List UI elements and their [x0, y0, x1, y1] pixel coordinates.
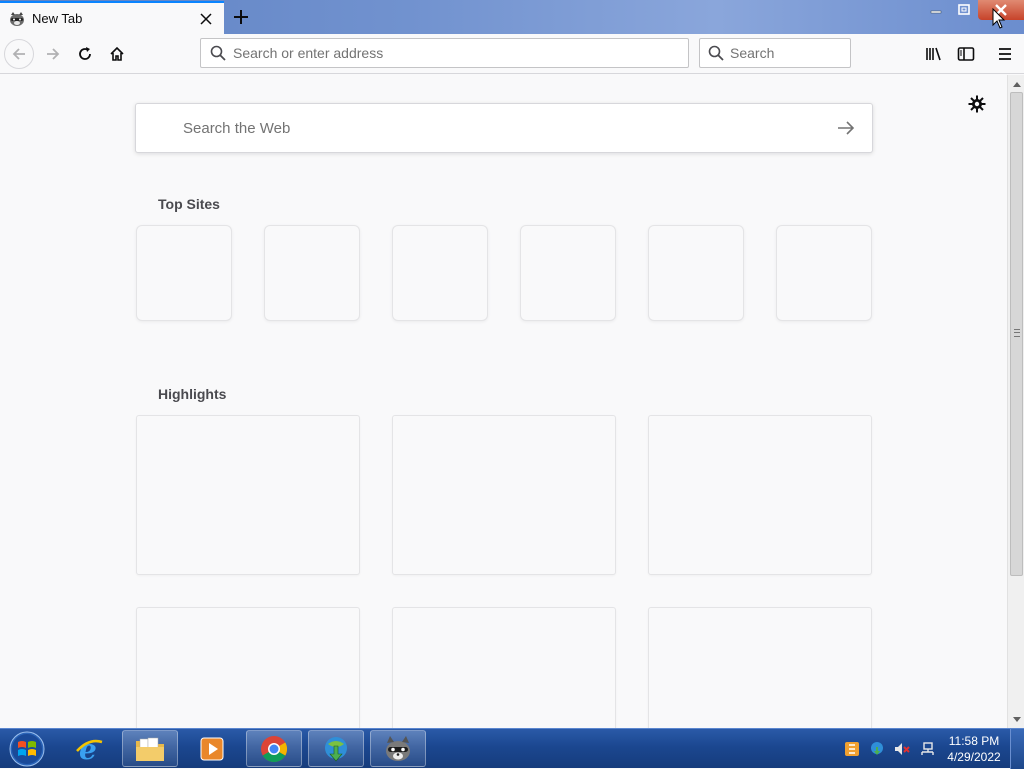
- media-player-icon: [200, 737, 224, 760]
- taskbar: e 11:58 PM 4/29/2022: [0, 728, 1024, 769]
- highlight-card[interactable]: [648, 415, 872, 575]
- top-sites-heading: Top Sites: [158, 196, 220, 212]
- taskbar-browser-active[interactable]: [370, 730, 426, 767]
- highlights-heading: Highlights: [158, 386, 227, 402]
- svg-text:e: e: [79, 734, 97, 764]
- clock-time: 11:58 PM: [948, 734, 1000, 748]
- minimize-button[interactable]: [922, 0, 950, 20]
- search-icon: [209, 44, 227, 62]
- forward-button[interactable]: [38, 39, 68, 69]
- top-site-tile[interactable]: [136, 225, 232, 321]
- gear-icon: [968, 95, 986, 113]
- highlight-card[interactable]: [392, 415, 616, 575]
- sidebar-toggle-button[interactable]: [951, 39, 981, 69]
- customize-button[interactable]: [966, 93, 988, 115]
- tray-app-icon[interactable]: [841, 738, 863, 760]
- volume-muted-icon[interactable]: [891, 738, 913, 760]
- address-input[interactable]: [233, 45, 688, 61]
- reload-button[interactable]: [70, 39, 100, 69]
- triangle-up-icon: [1012, 81, 1021, 87]
- navigation-toolbar: [0, 34, 1024, 74]
- taskbar-internet-explorer[interactable]: e: [61, 730, 117, 767]
- web-search-input[interactable]: [183, 119, 834, 137]
- plus-icon: [234, 10, 248, 24]
- search-bar[interactable]: [699, 38, 911, 68]
- raccoon-favicon-icon: [8, 10, 26, 28]
- top-site-tile[interactable]: [776, 225, 872, 321]
- network-icon[interactable]: [916, 738, 938, 760]
- top-site-tile[interactable]: [520, 225, 616, 321]
- windows-logo-icon: [9, 731, 45, 767]
- hamburger-menu-icon: [999, 48, 1011, 60]
- search-input[interactable]: [730, 45, 911, 61]
- new-tab-page: Top Sites Highlights: [0, 75, 1007, 747]
- forward-arrow-icon: [47, 48, 60, 60]
- new-tab-button[interactable]: [228, 5, 254, 29]
- reload-icon: [79, 47, 91, 60]
- web-search-box[interactable]: [135, 103, 873, 153]
- triangle-down-icon: [1012, 716, 1021, 722]
- restore-button[interactable]: [950, 0, 978, 20]
- highlight-card[interactable]: [392, 607, 616, 747]
- highlight-card[interactable]: [136, 607, 360, 747]
- sidebar-icon: [957, 47, 975, 61]
- back-arrow-icon: [12, 48, 25, 60]
- tray-download-manager-icon[interactable]: [866, 738, 888, 760]
- system-clock[interactable]: 11:58 PM 4/29/2022: [940, 733, 1008, 765]
- top-site-tile[interactable]: [392, 225, 488, 321]
- library-button[interactable]: [919, 39, 949, 69]
- window-controls: [922, 0, 1024, 20]
- internet-explorer-icon: e: [76, 734, 103, 764]
- home-icon: [110, 46, 124, 61]
- download-manager-icon: [325, 736, 347, 761]
- menu-button[interactable]: [990, 39, 1020, 69]
- search-submit-button[interactable]: [834, 116, 858, 140]
- tab-title: New Tab: [32, 11, 83, 26]
- scrollbar-grip: [1014, 329, 1020, 337]
- top-site-tile[interactable]: [264, 225, 360, 321]
- mouse-cursor-icon: [992, 8, 1006, 29]
- arrow-right-icon: [838, 121, 855, 135]
- highlight-card[interactable]: [648, 607, 872, 747]
- raccoon-browser-icon: [386, 735, 410, 761]
- taskbar-chrome[interactable]: [246, 730, 302, 767]
- library-icon: [926, 47, 941, 61]
- scroll-down-button[interactable]: [1008, 711, 1024, 728]
- scroll-up-button[interactable]: [1008, 75, 1024, 92]
- chrome-icon: [261, 735, 288, 762]
- close-tab-icon[interactable]: [198, 11, 214, 27]
- taskbar-media-player[interactable]: [184, 730, 240, 767]
- title-bar: New Tab: [0, 0, 1024, 34]
- top-site-tile[interactable]: [648, 225, 744, 321]
- folder-icon: [136, 737, 164, 761]
- clock-date: 4/29/2022: [947, 750, 1001, 764]
- home-button[interactable]: [102, 39, 132, 69]
- back-button[interactable]: [4, 39, 34, 69]
- show-desktop-button[interactable]: [1010, 729, 1024, 769]
- highlight-card[interactable]: [136, 415, 360, 575]
- address-bar[interactable]: [200, 38, 689, 68]
- search-icon: [708, 44, 724, 62]
- vertical-scrollbar[interactable]: [1007, 75, 1024, 728]
- taskbar-file-explorer[interactable]: [122, 730, 178, 767]
- tab-new-tab[interactable]: New Tab: [0, 1, 224, 34]
- system-tray: [838, 729, 938, 769]
- start-button[interactable]: [6, 730, 48, 768]
- scrollbar-thumb[interactable]: [1010, 92, 1023, 576]
- taskbar-download-manager[interactable]: [308, 730, 364, 767]
